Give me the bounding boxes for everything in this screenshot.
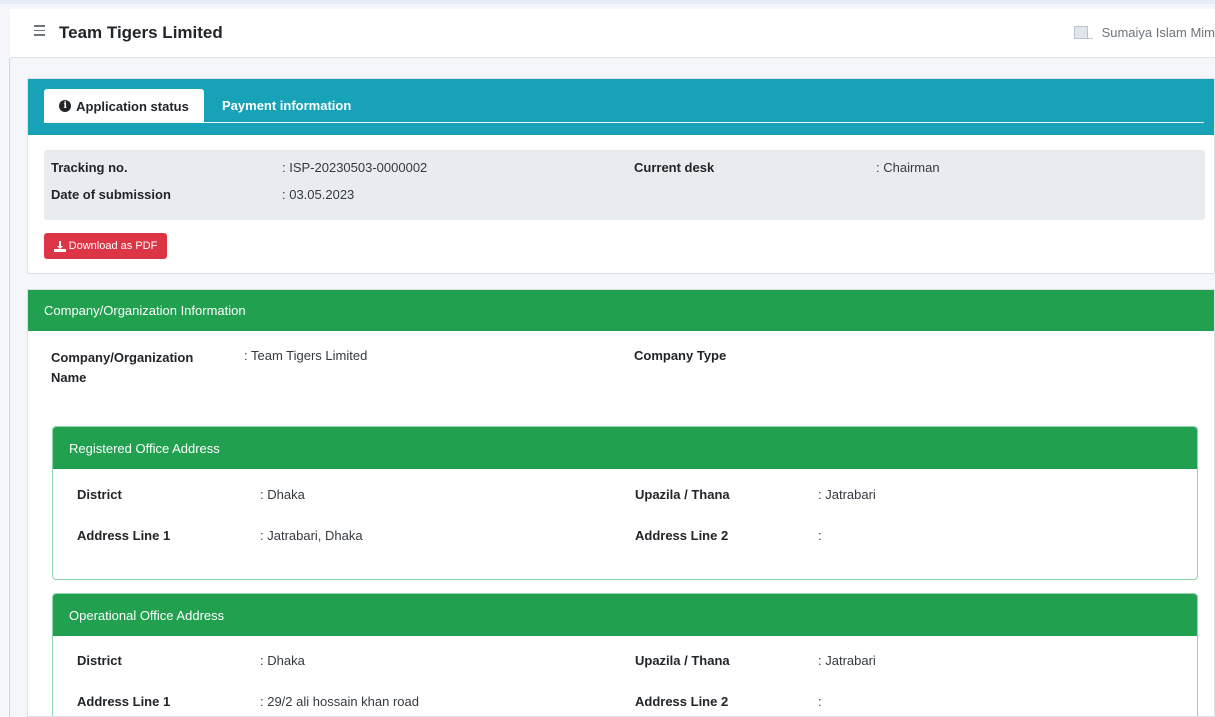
left-border	[9, 58, 10, 717]
user-menu[interactable]: .. Sumaiya Islam Mim	[1073, 25, 1215, 42]
company-name-label-line2: Name	[51, 370, 87, 385]
upazila-value: : Jatrabari	[818, 653, 876, 668]
top-navbar: Team Tigers Limited .. Sumaiya Islam Mim	[10, 9, 1215, 58]
hamburger-menu-icon[interactable]	[34, 25, 46, 39]
tab-label: Application status	[76, 98, 189, 114]
date-value: : 03.05.2023	[282, 187, 355, 202]
tab-payment-information[interactable]: Payment information	[222, 98, 351, 113]
tab-underline	[44, 122, 1204, 123]
company-info-header: Company/Organization Information	[28, 290, 1214, 331]
brand-title: Team Tigers Limited	[59, 23, 223, 42]
company-info-card: Company/Organization Information Company…	[27, 289, 1215, 717]
application-status-card: i Application status Payment information…	[27, 78, 1215, 274]
address-line1-value: : 29/2 ali hossain khan road	[260, 694, 419, 709]
company-name-value: : Team Tigers Limited	[244, 348, 368, 363]
address-line2-value: :	[818, 528, 822, 543]
company-name-label: Company/Organization Name	[51, 348, 193, 388]
user-name: Sumaiya Islam Mim	[1101, 25, 1215, 40]
info-circle-icon: i	[59, 100, 72, 112]
current-desk-value: : Chairman	[876, 160, 940, 175]
tracking-label: Tracking no.	[51, 160, 128, 175]
download-icon	[53, 240, 66, 252]
district-value: : Dhaka	[260, 487, 305, 502]
upazila-value: : Jatrabari	[818, 487, 876, 502]
district-value: : Dhaka	[260, 653, 305, 668]
address-line2-label: Address Line 2	[635, 694, 729, 709]
date-label: Date of submission	[51, 187, 171, 202]
company-type-label: Company Type	[634, 348, 727, 363]
registered-address-card: Registered Office Address District : Dha…	[52, 426, 1198, 580]
address-line2-label: Address Line 2	[635, 528, 729, 543]
user-avatar-icon: ..	[1073, 25, 1098, 42]
operational-address-card: Operational Office Address District : Dh…	[52, 593, 1198, 716]
upazila-label: Upazila / Thana	[635, 653, 730, 668]
registered-address-header: Registered Office Address	[53, 427, 1197, 469]
district-label: District	[77, 653, 122, 668]
company-name-label-line1: Company/Organization	[51, 350, 194, 365]
current-desk-label: Current desk	[634, 160, 715, 175]
upazila-label: Upazila / Thana	[635, 487, 730, 502]
tracking-value: : ISP-20230503-0000002	[282, 160, 428, 175]
operational-address-header: Operational Office Address	[53, 594, 1197, 636]
tab-application-status[interactable]: i Application status	[44, 89, 204, 123]
district-label: District	[77, 487, 122, 502]
status-info-box: Tracking no. : ISP-20230503-0000002 Date…	[44, 150, 1205, 220]
address-line1-value: : Jatrabari, Dhaka	[260, 528, 363, 543]
address-line2-value: :	[818, 694, 822, 709]
address-line1-label: Address Line 1	[77, 528, 171, 543]
address-line1-label: Address Line 1	[77, 694, 171, 709]
top-border	[0, 0, 1215, 4]
download-pdf-button[interactable]: Download as PDF	[44, 233, 167, 259]
tab-bar: i Application status Payment information	[28, 79, 1214, 135]
download-pdf-label: Download as PDF	[68, 240, 158, 252]
